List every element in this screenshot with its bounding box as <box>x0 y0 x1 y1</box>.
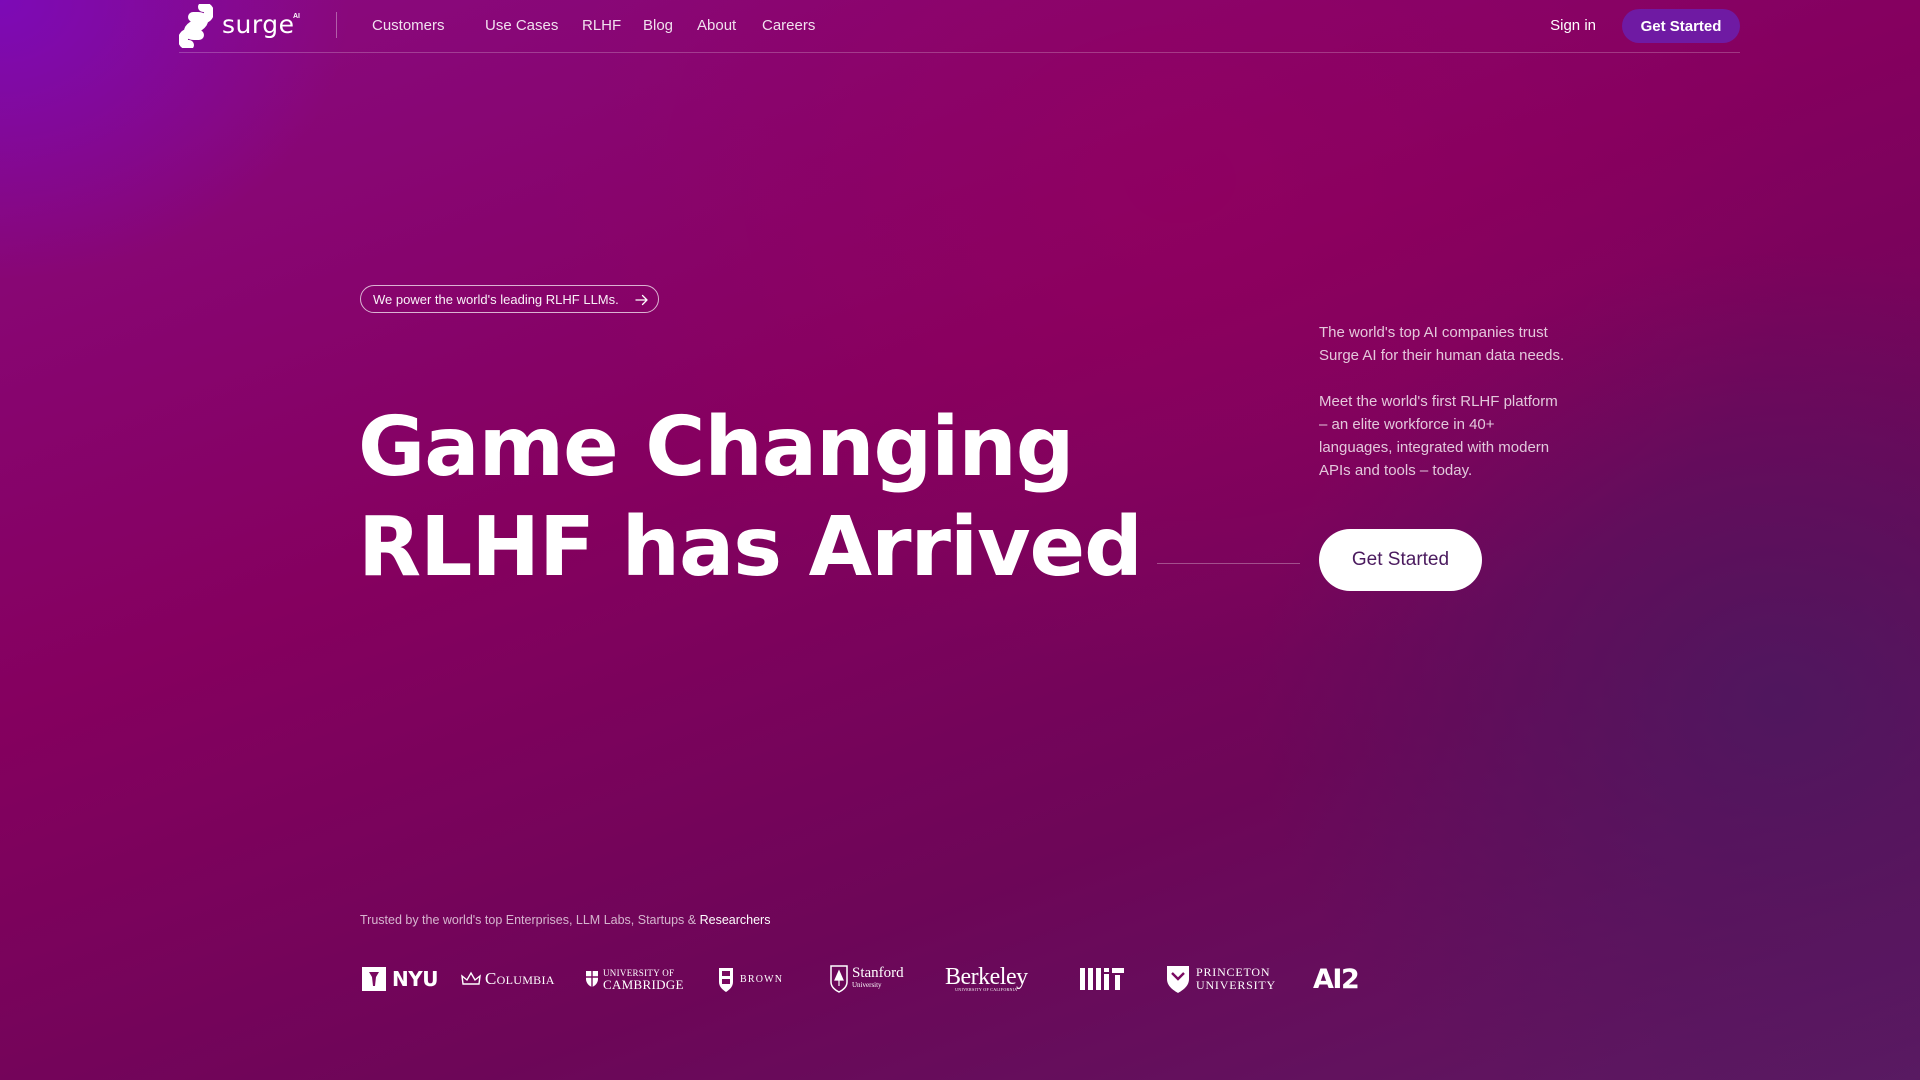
princeton-logo: PRINCETON UNIVERSITY <box>1166 958 1276 1000</box>
trusted-by-label: Trusted by the world's top Enterprises, … <box>360 913 700 927</box>
brown-wordmark: BROWN <box>740 973 784 985</box>
crown-icon <box>461 971 481 985</box>
berkeley-logo: Berkeley UNIVERSITY OF CALIFORNIA <box>945 958 1028 1000</box>
columbia-wordmark: Columbia <box>485 969 555 988</box>
ai2-logo: AI2 <box>1313 958 1360 1000</box>
logo-superscript: AI <box>293 13 300 20</box>
stanford-line-1: Stanford <box>852 965 904 981</box>
nav-get-started-button[interactable]: Get Started <box>1622 9 1740 43</box>
princeton-line-2: UNIVERSITY <box>1196 978 1276 992</box>
nav-link-blog[interactable]: Blog <box>643 17 673 34</box>
nav-link-rlhf[interactable]: RLHF <box>582 17 621 34</box>
headline-line-2: RLHF has Arrived <box>358 500 1143 595</box>
top-nav: surge AI Customers Use Cases RLHF Blog A… <box>179 0 1740 53</box>
customer-logos: NYU Columbia UNIVERSITY OF CAMBRIDGE BRO… <box>360 958 1370 1000</box>
stanford-line-2: University <box>852 981 882 989</box>
headline-line-1: Game Changing <box>358 400 1074 495</box>
nav-link-use-cases[interactable]: Use Cases <box>485 17 558 34</box>
berkeley-line-1: Berkeley <box>945 963 1028 990</box>
trusted-by-text: Trusted by the world's top Enterprises, … <box>360 913 770 927</box>
shield-icon <box>586 971 598 987</box>
surge-logo[interactable]: surge AI <box>179 4 300 48</box>
hero-headline: Game Changing RLHF has Arrived <box>358 398 1143 598</box>
side-paragraph-2: Meet the world's first RLHF platform – a… <box>1319 393 1558 479</box>
hero-side-copy: The world's top AI companies trust Surge… <box>1319 321 1569 482</box>
nyu-wordmark: NYU <box>392 967 438 991</box>
nav-link-about[interactable]: About <box>697 17 736 34</box>
hero-get-started-button[interactable]: Get Started <box>1319 529 1482 591</box>
nav-divider <box>336 12 337 38</box>
brown-logo: BROWN <box>718 958 783 1000</box>
stanford-logo: Stanford University <box>830 958 904 1000</box>
side-paragraph-1: The world's top AI companies trust Surge… <box>1319 324 1565 364</box>
torch-icon <box>369 972 379 986</box>
ai2-wordmark: AI2 <box>1313 963 1360 995</box>
berkeley-line-2: UNIVERSITY OF CALIFORNIA <box>955 986 1018 992</box>
nav-link-customers[interactable]: Customers <box>372 17 445 34</box>
nyu-logo: NYU <box>362 958 438 1000</box>
shield-icon <box>719 968 733 992</box>
arrow-right-icon <box>635 294 648 306</box>
cambridge-line-2: CAMBRIDGE <box>603 977 684 992</box>
mit-logo <box>1080 958 1124 1000</box>
announcement-pill[interactable]: We power the world's leading RLHF LLMs. <box>360 285 659 313</box>
logo-text: surge <box>222 9 295 39</box>
nav-link-careers[interactable]: Careers <box>762 17 815 34</box>
hero-divider <box>1157 563 1300 564</box>
surge-s-logo-icon <box>179 4 213 48</box>
announcement-text: We power the world's leading RLHF LLMs. <box>373 291 619 307</box>
nav-actions: Sign in Get Started <box>1490 9 1740 43</box>
trusted-by-highlight: Researchers <box>699 913 771 927</box>
columbia-logo: Columbia <box>461 958 555 1000</box>
mit-wordmark-icon <box>1080 968 1124 990</box>
cambridge-logo: UNIVERSITY OF CAMBRIDGE <box>585 958 684 1000</box>
tree-seal-icon <box>830 965 848 993</box>
shield-icon <box>1167 966 1189 993</box>
sign-in-link[interactable]: Sign in <box>1550 17 1596 34</box>
